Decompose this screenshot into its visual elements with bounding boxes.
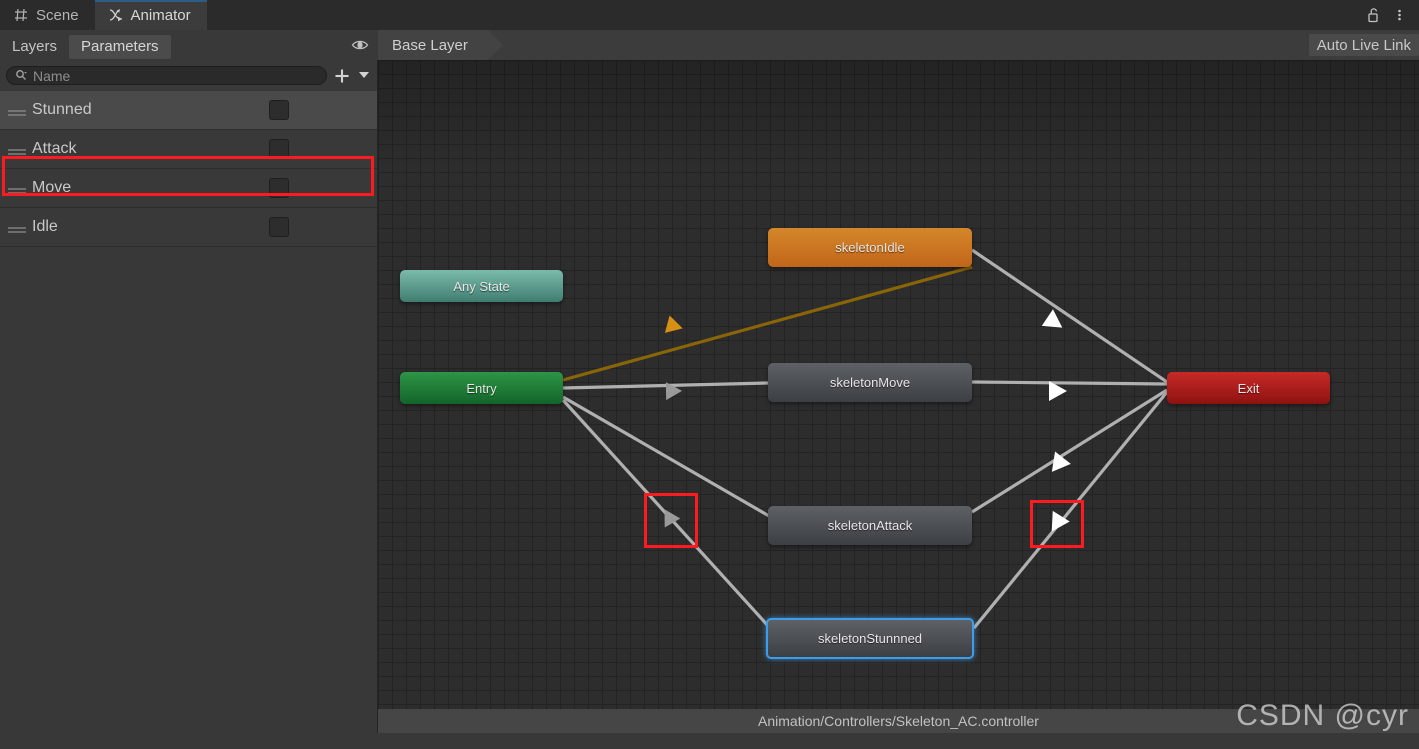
parameter-row-stunned[interactable]: Stunned (0, 91, 377, 130)
state-node-skeleton-stunned[interactable]: skeletonStunnned (766, 618, 974, 659)
drag-handle-icon[interactable] (8, 105, 26, 116)
drag-handle-icon[interactable] (8, 183, 26, 194)
controller-path-label: Animation/Controllers/Skeleton_AC.contro… (758, 713, 1039, 729)
tab-animator[interactable]: Animator (94, 0, 207, 30)
state-node-skeleton-move[interactable]: skeletonMove (768, 363, 972, 402)
search-input[interactable] (33, 67, 318, 84)
parameter-name: Idle (32, 218, 58, 235)
animator-icon (108, 7, 124, 23)
eye-icon[interactable] (350, 36, 370, 54)
auto-live-link-button[interactable]: Auto Live Link (1308, 34, 1419, 56)
state-node-label: skeletonAttack (827, 518, 913, 533)
tab-layers-label: Layers (12, 38, 58, 55)
parameter-search-row (0, 60, 377, 91)
tab-scene[interactable]: Scene (0, 0, 95, 30)
parameter-name: Stunned (32, 101, 92, 118)
state-node-label: Entry (466, 380, 497, 396)
breadcrumb: Base Layer Auto Live Link (378, 30, 1419, 60)
drag-handle-icon[interactable] (8, 222, 26, 233)
lock-open-icon[interactable] (1363, 5, 1383, 25)
state-machine-graph[interactable]: Any State Entry skeletonIdle skeletonMov… (378, 60, 1419, 749)
window-tools (1363, 0, 1419, 30)
bottom-strip (0, 733, 1419, 749)
parameter-name: Move (32, 179, 72, 196)
arrow-attack-exit (1051, 510, 1070, 532)
arrow-move-exit (1049, 381, 1067, 401)
breadcrumb-item-base-layer[interactable]: Base Layer (378, 30, 503, 60)
state-node-label: skeletonMove (829, 375, 911, 390)
parameter-checkbox[interactable] (269, 100, 289, 120)
kebab-menu-icon[interactable] (1389, 5, 1409, 25)
chevron-down-icon[interactable] (357, 66, 371, 86)
grid-icon (13, 7, 29, 23)
parameters-panel: Stunned Attack (0, 60, 378, 749)
search-icon (15, 69, 28, 82)
tab-parameters-label: Parameters (81, 38, 159, 55)
state-node-exit[interactable]: Exit (1167, 372, 1330, 404)
search-field[interactable] (6, 66, 327, 85)
tab-animator-label: Animator (130, 6, 191, 24)
state-node-entry[interactable]: Entry (400, 372, 563, 404)
parameter-list: Stunned Attack Move Idle (0, 91, 377, 247)
window-tab-bar: Scene Animator (0, 0, 1419, 30)
sub-tool-bar: Layers Parameters Base Layer Auto Live L… (0, 30, 1419, 60)
layers-parameters-tabs: Layers Parameters (0, 30, 378, 60)
tab-parameters[interactable]: Parameters (69, 34, 171, 59)
parameter-checkbox[interactable] (269, 178, 289, 198)
state-node-skeleton-idle[interactable]: skeletonIdle (768, 228, 972, 267)
status-bar: Animation/Controllers/Skeleton_AC.contro… (378, 709, 1419, 733)
state-node-label: Any State (453, 278, 510, 294)
tab-scene-label: Scene (36, 6, 79, 24)
parameter-name: Attack (32, 140, 77, 157)
add-parameter-button[interactable] (331, 66, 353, 86)
arrow-idle-exit (1041, 309, 1063, 328)
tab-layers[interactable]: Layers (0, 35, 69, 59)
state-node-label: skeletonStunnned (817, 631, 923, 646)
state-node-label: Exit (1237, 380, 1260, 396)
state-node-any-state[interactable]: Any State (400, 270, 563, 302)
drag-handle-icon[interactable] (8, 144, 26, 155)
arrow-stunned-exit (1051, 451, 1071, 472)
arrow-entry-move (665, 382, 682, 401)
auto-live-link-label: Auto Live Link (1316, 36, 1411, 54)
parameter-row-attack[interactable]: Attack (0, 130, 377, 169)
breadcrumb-label: Base Layer (392, 36, 468, 54)
state-node-skeleton-attack[interactable]: skeletonAttack (768, 506, 972, 545)
arrow-entry-attack (664, 509, 681, 528)
parameter-row-idle[interactable]: Idle (0, 208, 377, 247)
state-node-label: skeletonIdle (835, 240, 905, 255)
animator-window: Scene Animator Layers Parameters Base La… (0, 0, 1419, 749)
parameter-checkbox[interactable] (269, 217, 289, 237)
parameter-row-move[interactable]: Move (0, 169, 377, 208)
arrow-default-transition (664, 315, 683, 333)
parameter-checkbox[interactable] (269, 139, 289, 159)
